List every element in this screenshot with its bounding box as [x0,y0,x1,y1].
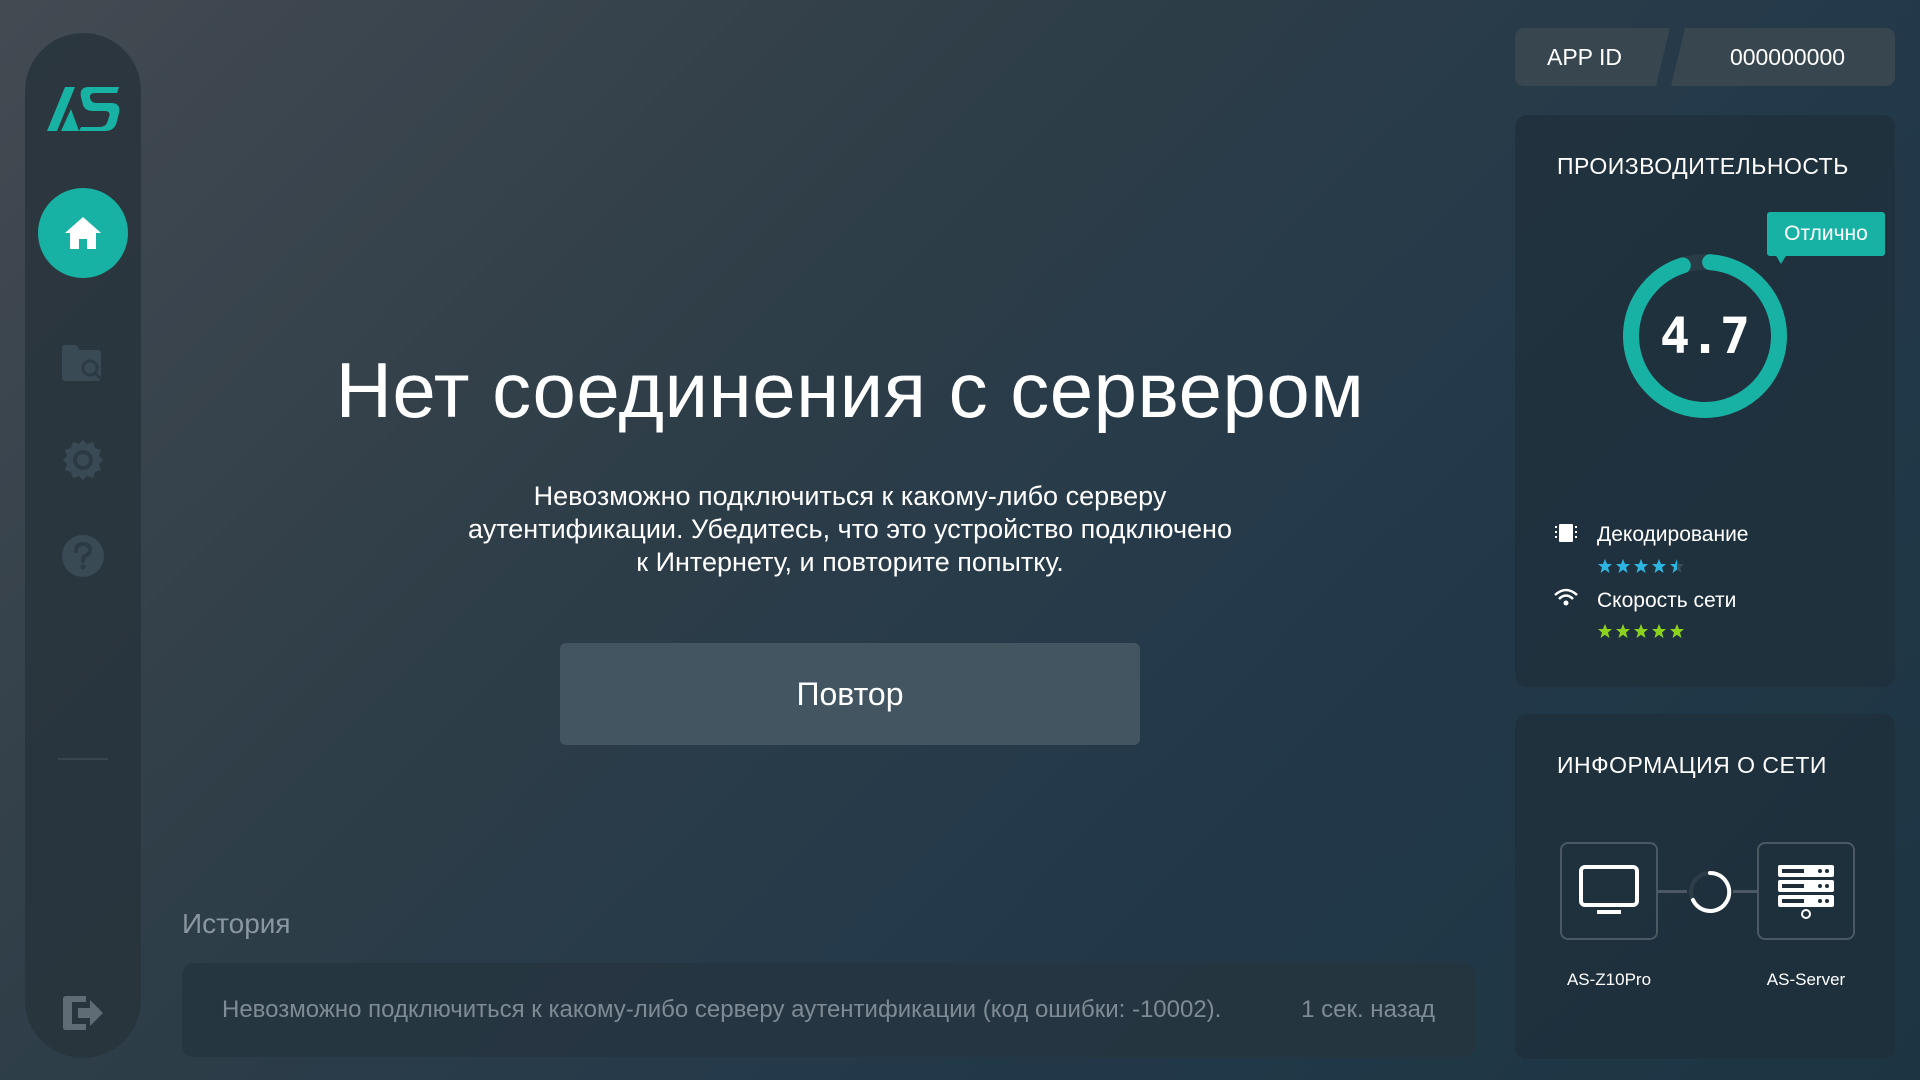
decoding-label: Декодирование [1597,523,1749,546]
network-title: ИНФОРМАЦИЯ О СЕТИ [1557,752,1827,778]
star-icon [1652,559,1666,573]
chip-icon [1555,524,1577,542]
help-icon [62,535,104,577]
performance-panel: ПРОИЗВОДИТЕЛЬНОСТЬ 4.7 Отлично Декодиров… [1515,115,1895,687]
server-icon [1778,865,1834,919]
network-panel: ИНФОРМАЦИЯ О СЕТИ AS-Z10Pro AS-Server [1515,714,1895,1059]
connecting-spinner [1689,870,1732,913]
history-entry-time: 1 сек. назад [1301,996,1435,1023]
connection-line [1733,890,1757,893]
history-title: История [182,908,291,939]
rating-badge-tail [1775,254,1787,264]
star-icon [1634,559,1648,573]
nav-help-button[interactable] [58,531,108,581]
server-device [1757,842,1855,940]
asustor-logo [47,87,120,131]
error-message-line: к Интернету, и повторите попытку. [636,547,1064,577]
star-icon [1598,624,1612,638]
logout-icon [63,996,103,1030]
connection-line [1658,890,1687,893]
star-icon [1598,559,1612,573]
star-icon [1616,624,1630,638]
home-icon [65,217,101,249]
app-id-bar: APP ID 000000000 [1515,28,1895,86]
error-message-line: аутентификации. Убедитесь, что это устро… [468,514,1232,544]
server-device-label: AS-Server [1766,970,1846,989]
star-icon [1670,624,1684,638]
performance-title: ПРОИЗВОДИТЕЛЬНОСТЬ [1557,153,1849,179]
history-entry-text: Невозможно подключиться к какому-либо се… [222,996,1222,1023]
client-device [1560,842,1658,940]
network-speed-stars [1597,623,1685,639]
history-entry: Невозможно подключиться к какому-либо се… [182,963,1475,1057]
star-icon [1670,559,1684,573]
sidebar-divider [58,758,108,760]
rating-badge: Отлично [1767,212,1885,256]
monitor-icon [1579,865,1639,914]
client-device-label: AS-Z10Pro [1566,970,1652,989]
folder-search-icon [62,345,103,381]
star-icon [1616,559,1630,573]
nav-settings-button[interactable] [58,435,108,485]
wifi-icon [1554,588,1578,606]
gear-icon [63,440,103,480]
performance-score: 4.7 [1659,307,1751,365]
decoding-stars [1597,558,1685,574]
star-icon [1634,624,1648,638]
app-id-value: 000000000 [1729,44,1846,70]
nav-home-button[interactable] [38,188,128,278]
sidebar [25,33,141,1058]
star-icon [1652,624,1666,638]
logout-button[interactable] [58,988,108,1038]
error-message-line: Невозможно подключиться к какому-либо се… [533,481,1167,511]
app-id-label: APP ID [1547,44,1622,70]
error-message: Невозможно подключиться к какому-либо се… [440,480,1260,579]
page-title: Нет соединения с сервером [335,346,1365,434]
retry-button[interactable]: Повтор [560,643,1140,745]
nav-search-folder-button[interactable] [58,338,108,388]
network-speed-label: Скорость сети [1597,589,1737,612]
